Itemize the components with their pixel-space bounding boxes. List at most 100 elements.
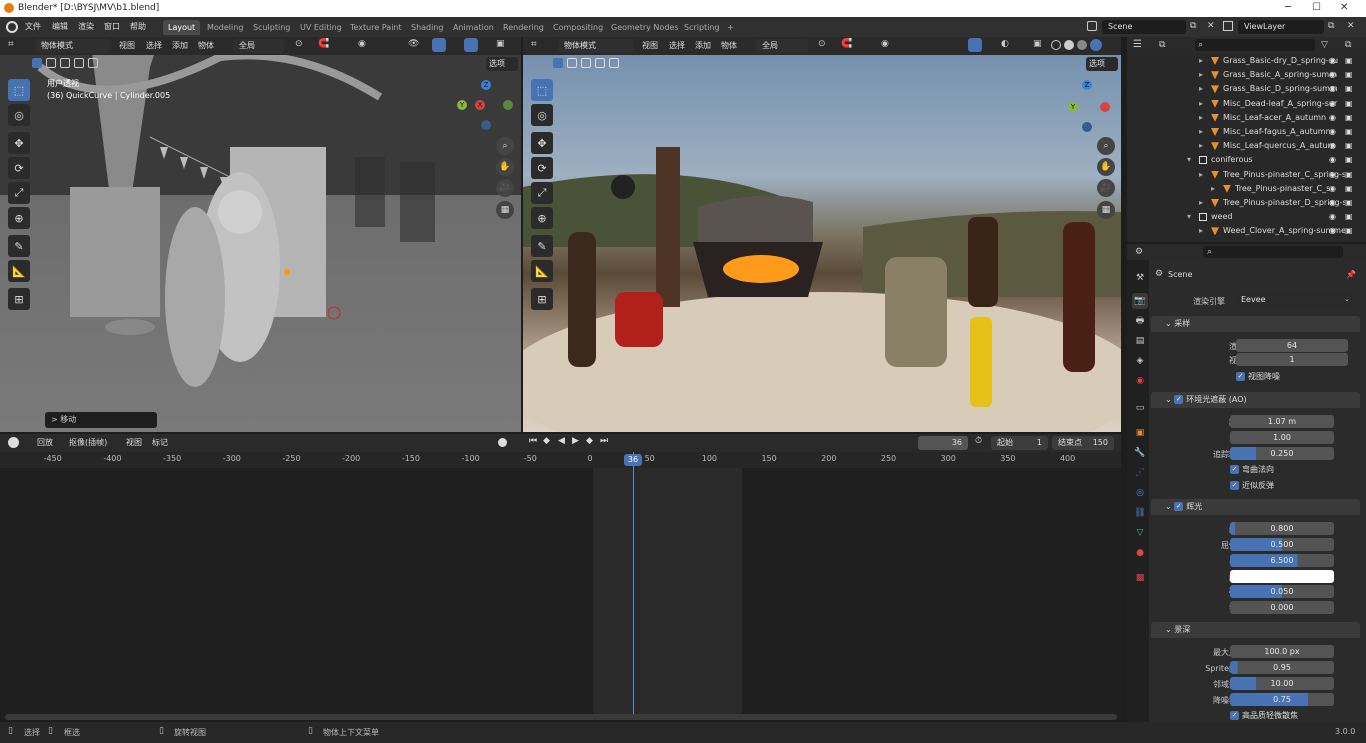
operator-panel[interactable]: > 移动	[45, 412, 157, 428]
tab-modeling[interactable]: Modeling	[202, 20, 248, 35]
proportional-icon[interactable]: ◉	[358, 39, 366, 49]
editor-type-icon[interactable]: ⌗	[531, 39, 537, 50]
menu-object[interactable]: 物体	[193, 39, 219, 53]
camera-view-icon[interactable]: 🎥	[1097, 179, 1115, 197]
expand-arrow-icon[interactable]: ▸	[1211, 182, 1215, 196]
select-box-tool[interactable]: ⬚	[8, 79, 30, 101]
expand-arrow-icon[interactable]: ▸	[1199, 111, 1203, 125]
jump-end-icon[interactable]: ⏭	[600, 436, 608, 446]
render-camera-icon[interactable]: ▣	[1345, 224, 1353, 238]
menu-playback[interactable]: 回放	[32, 436, 58, 450]
menu-select[interactable]: 选择	[664, 39, 690, 53]
select-subtract-icon[interactable]	[60, 58, 70, 68]
menu-edit[interactable]: 编辑	[47, 20, 73, 34]
menu-view[interactable]: 视图	[637, 39, 663, 53]
add-workspace-button[interactable]: +	[722, 20, 739, 35]
bloom-enable-checkbox[interactable]: ✓	[1174, 502, 1184, 511]
expand-arrow-icon[interactable]: ▾	[1187, 153, 1191, 167]
dof-max-size-field[interactable]: 100.0 px	[1230, 645, 1334, 658]
jump-start-icon[interactable]: ⏮	[529, 436, 537, 446]
playhead-line[interactable]	[633, 452, 634, 714]
tab-scripting[interactable]: Scripting	[679, 20, 725, 35]
shading-wireframe-icon[interactable]	[1051, 40, 1061, 50]
expand-arrow-icon[interactable]: ▸	[1199, 196, 1203, 210]
gizmo-x-icon[interactable]: X	[475, 100, 485, 110]
dof-neighbor-slider[interactable]: 10.00	[1230, 677, 1334, 690]
tab-texture-paint[interactable]: Texture Paint	[345, 20, 407, 35]
tool-tab-icon[interactable]: ⚒	[1132, 270, 1148, 286]
visibility-eye-icon[interactable]: ◉	[1329, 68, 1336, 82]
viewport-denoise-checkbox[interactable]: ✓ 视图降噪	[1236, 371, 1280, 382]
visibility-eye-icon[interactable]: ◉	[1329, 153, 1336, 167]
expand-arrow-icon[interactable]: ▸	[1199, 82, 1203, 96]
rotate-tool[interactable]: ⟳	[531, 157, 553, 179]
mode-selector[interactable]: 物体模式	[35, 39, 111, 53]
transform-tool[interactable]: ⊕	[531, 207, 553, 229]
stopwatch-icon[interactable]: ⏱	[975, 436, 982, 446]
select-new-icon[interactable]	[32, 58, 42, 68]
expand-arrow-icon[interactable]: ▸	[1199, 224, 1203, 238]
ortho-grid-icon[interactable]: ▦	[496, 201, 514, 219]
scene-tab-icon[interactable]: ◈	[1132, 353, 1148, 369]
zoom-icon[interactable]: ⌕	[1097, 137, 1115, 155]
measure-tool[interactable]: 📐	[531, 260, 553, 282]
record-icon[interactable]	[498, 438, 507, 447]
ao-panel-header[interactable]: ⌄ ✓ 环境光遮蔽 (AO)	[1151, 392, 1360, 408]
next-keyframe-icon[interactable]: ◆	[586, 436, 593, 446]
dof-panel-header[interactable]: ⌄ 景深	[1151, 622, 1360, 638]
new-collection-icon[interactable]: ⧉	[1345, 38, 1351, 52]
bounce-approx-checkbox[interactable]: ✓ 近似反弹	[1230, 480, 1274, 491]
gizmo-neg-z-icon[interactable]	[481, 120, 491, 130]
render-tab-icon[interactable]: 📷	[1132, 293, 1148, 309]
end-frame-field[interactable]: 结束点 150	[1052, 436, 1114, 450]
visibility-eye-icon[interactable]: ◉	[1329, 97, 1336, 111]
transform-orientation[interactable]: 全局	[756, 39, 808, 53]
visibility-eye-icon[interactable]: ◉	[1329, 125, 1336, 139]
display-mode-icon[interactable]: ⧉	[1159, 38, 1165, 52]
pin-icon[interactable]: 📌	[1346, 270, 1356, 279]
tab-geometry-nodes[interactable]: Geometry Nodes	[606, 20, 683, 35]
new-viewlayer-icon[interactable]: ⧉	[1328, 21, 1334, 31]
ao-precision-slider[interactable]: 0.250	[1230, 447, 1334, 460]
ao-distance-field[interactable]: 1.07 m	[1230, 415, 1334, 428]
sampling-panel-header[interactable]: ⌄ 采样	[1151, 316, 1360, 332]
material-tab-icon[interactable]: ●	[1132, 545, 1148, 561]
outliner-row[interactable]: ▸ Grass_Basic_A_spring-summ ◉ ▣	[1127, 68, 1366, 82]
outliner-row[interactable]: ▸ Tree_Pinus-pinaster_C_s ◉ ▣	[1127, 182, 1366, 196]
menu-window[interactable]: 窗口	[99, 20, 125, 34]
render-camera-icon[interactable]: ▣	[1345, 125, 1353, 139]
playhead-frame-badge[interactable]: 36	[624, 454, 642, 466]
gizmo-toggle-icon[interactable]	[968, 38, 982, 52]
menu-file[interactable]: 文件	[20, 20, 46, 34]
dof-sprite-slider[interactable]: 0.95	[1230, 661, 1334, 674]
transform-orientation[interactable]: 全局	[233, 39, 285, 53]
expand-arrow-icon[interactable]: ▸	[1199, 139, 1203, 153]
outliner-search-input[interactable]	[1195, 39, 1315, 51]
outliner-row[interactable]: ▾ coniferous ◉ ▣	[1127, 153, 1366, 167]
blender-menu-icon[interactable]	[6, 21, 18, 33]
xray-icon[interactable]: ▣	[496, 39, 505, 49]
pan-hand-icon[interactable]: ✋	[1097, 158, 1115, 176]
menu-marker[interactable]: 标记	[147, 436, 173, 450]
ao-factor-slider[interactable]: 1.00	[1230, 431, 1334, 444]
options-dropdown[interactable]: 选项	[486, 57, 518, 71]
outliner-row[interactable]: ▸ Misc_Dead-leaf_A_spring-sur ◉ ▣	[1127, 97, 1366, 111]
snap-icon[interactable]: 🧲	[318, 39, 329, 49]
dof-hq-checkbox[interactable]: ✓ 高品质轻微散焦	[1230, 710, 1298, 721]
gizmo-y-icon[interactable]: Y	[457, 100, 467, 110]
zoom-icon[interactable]: ⌕	[496, 137, 514, 155]
menu-add[interactable]: 添加	[690, 39, 716, 53]
view-layer-tab-icon[interactable]: ▤	[1132, 333, 1148, 349]
camera-view-icon[interactable]: 🎥	[496, 179, 514, 197]
close-button[interactable]: ✕	[1340, 2, 1348, 13]
viewport-solid[interactable]: ⌗ 物体模式 视图 选择 添加 物体 全局 ⊙ 🧲 ◉ 👁 ▣ 选项 用户透视 …	[0, 37, 521, 432]
shading-material-icon[interactable]	[1077, 40, 1087, 50]
annotate-tool[interactable]: ✎	[8, 235, 30, 257]
visibility-eye-icon[interactable]: ◉	[1329, 139, 1336, 153]
outliner-row[interactable]: ▸ Grass_Basic-dry_D_spring-su ◉ ▣	[1127, 54, 1366, 68]
pan-hand-icon[interactable]: ✋	[496, 158, 514, 176]
timeline[interactable]: 回放 抠像(插帧) 视图 标记 ⏮ ◆ ◀ ▶ ◆ ⏭ 36 ⏱ 起始 1 结束点…	[0, 434, 1121, 720]
visibility-eye-icon[interactable]: ◉	[1329, 168, 1336, 182]
timeline-ruler[interactable]: -450 -400 -350 -300 -250 -200 -150 -100 -50 0 50 10…	[0, 452, 1121, 468]
particles-tab-icon[interactable]: ⋰	[1132, 465, 1148, 481]
